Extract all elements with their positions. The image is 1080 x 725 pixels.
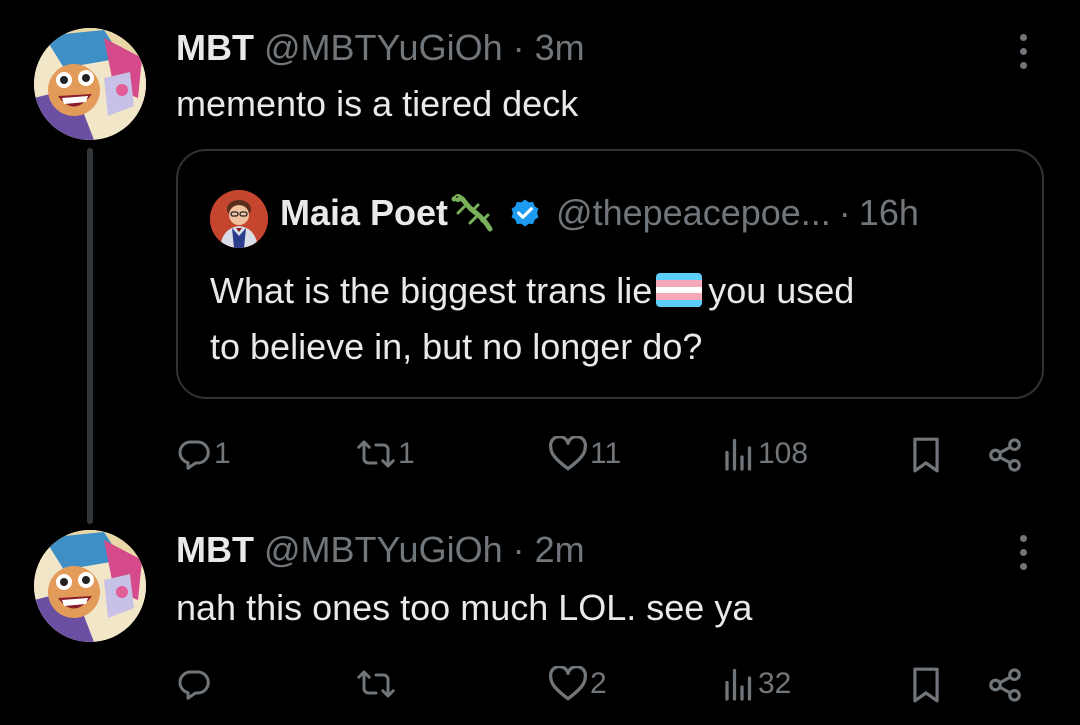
lizard-icon — [451, 194, 493, 232]
bookmark-icon — [913, 437, 939, 473]
reply-icon — [178, 670, 210, 700]
author-avatar[interactable] — [34, 530, 146, 642]
repost-icon — [357, 440, 395, 468]
author-handle[interactable]: @MBTYuGiOh — [264, 27, 503, 68]
repost-count: 1 — [398, 437, 415, 470]
quoted-author-avatar[interactable] — [210, 190, 268, 248]
heart-icon — [548, 666, 588, 701]
quoted-text-part1: What is the biggest trans lie — [210, 270, 653, 311]
cartoon-avatar-icon — [34, 530, 146, 642]
author-name[interactable]: MBT — [176, 529, 254, 570]
views-count: 32 — [758, 667, 792, 700]
views-button[interactable]: 32 — [722, 666, 791, 702]
separator-dot: · — [512, 27, 525, 68]
repost-icon — [357, 670, 395, 698]
bookmark-button[interactable] — [910, 666, 942, 704]
views-chart-icon — [725, 438, 752, 471]
timestamp[interactable]: 3m — [535, 27, 585, 68]
tweet-text: memento is a tiered deck — [176, 83, 579, 124]
like-count: 11 — [590, 437, 622, 470]
repost-button[interactable] — [356, 666, 398, 702]
author-avatar[interactable] — [34, 28, 146, 140]
heart-icon — [548, 436, 588, 471]
share-icon — [989, 668, 1021, 702]
like-button[interactable]: 11 — [548, 436, 621, 472]
reply-button[interactable] — [176, 666, 214, 702]
quoted-author-handle[interactable]: @thepeacepoe... — [556, 191, 831, 235]
separator-dot: · — [512, 529, 525, 570]
timestamp[interactable]: 2m — [535, 529, 585, 570]
tweet-header: MBT @MBTYuGiOh · 2m — [176, 528, 585, 572]
separator-dot: · — [838, 192, 851, 233]
transgender-flag-icon — [656, 273, 703, 307]
views-count: 108 — [758, 437, 809, 470]
like-count: 2 — [590, 667, 607, 700]
reply-count: 1 — [214, 437, 231, 470]
share-button[interactable] — [986, 666, 1024, 704]
share-icon — [989, 438, 1021, 472]
repost-button[interactable]: 1 — [356, 436, 415, 472]
quoted-text-part2: you used — [708, 270, 855, 311]
quoted-tweet-card[interactable]: Maia Poet @thepeacepoe... · 16h What is … — [176, 149, 1044, 399]
cartoon-avatar-icon — [34, 28, 146, 140]
bookmark-icon — [913, 667, 939, 703]
views-button[interactable]: 108 — [722, 436, 808, 472]
verified-badge-icon[interactable] — [508, 196, 542, 230]
thread-connector-line — [87, 148, 93, 524]
quoted-text-line2: to believe in, but no longer do? — [210, 326, 703, 367]
more-options-icon[interactable] — [1008, 31, 1038, 71]
views-chart-icon — [725, 668, 752, 701]
reply-button[interactable]: 1 — [176, 436, 231, 472]
author-handle[interactable]: @MBTYuGiOh — [264, 529, 503, 570]
quoted-tweet-text: What is the biggest trans lie you used to… — [210, 263, 1010, 375]
reply-icon — [178, 440, 210, 470]
author-name[interactable]: MBT — [176, 27, 254, 68]
quoted-tweet-header: Maia Poet @thepeacepoe... · 16h — [280, 191, 919, 235]
quoted-timestamp[interactable]: 16h — [859, 191, 919, 235]
bookmark-button[interactable] — [910, 436, 942, 474]
tweet-text: nah this ones too much LOL. see ya — [176, 587, 753, 628]
like-button[interactable]: 2 — [548, 666, 607, 702]
share-button[interactable] — [986, 436, 1024, 474]
more-options-icon[interactable] — [1008, 532, 1038, 572]
person-avatar-icon — [210, 190, 268, 248]
quoted-author-name[interactable]: Maia Poet — [280, 191, 448, 235]
tweet-header: MBT @MBTYuGiOh · 3m — [176, 26, 585, 70]
